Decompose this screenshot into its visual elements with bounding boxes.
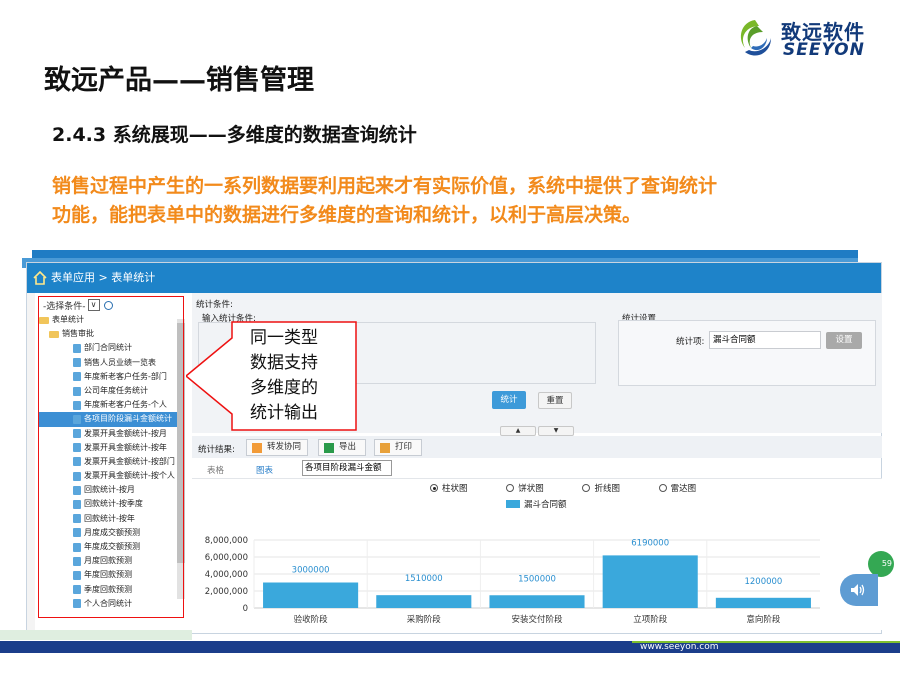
radio-icon bbox=[658, 484, 667, 492]
y-tick-label: 4,000,000 bbox=[205, 570, 248, 580]
reset-button[interactable]: 重置 bbox=[538, 392, 572, 409]
data-label: 6190000 bbox=[631, 538, 669, 548]
radio-line[interactable]: 折线图 bbox=[582, 484, 638, 494]
print-button[interactable]: 打印 bbox=[374, 439, 422, 456]
chart-type-radios: 柱状图 饼状图 折线图 雷达图 bbox=[430, 482, 732, 494]
radio-icon bbox=[430, 484, 438, 492]
bar bbox=[715, 597, 811, 608]
report-select-value: 各项目阶段漏斗金额 bbox=[305, 463, 382, 473]
y-tick-label: 8,000,000 bbox=[205, 536, 248, 546]
printer-icon bbox=[380, 443, 390, 453]
stat-item-input[interactable]: 漏斗合同额 bbox=[709, 331, 821, 349]
slide-subtitle: 2.4.3 系统展现——多维度的数据查询统计 bbox=[52, 124, 417, 146]
legend-label: 漏斗合同额 bbox=[524, 499, 567, 510]
legend-swatch bbox=[506, 500, 520, 508]
stat-button[interactable]: 统计 bbox=[492, 391, 526, 409]
data-label: 1510000 bbox=[405, 574, 443, 584]
y-tick-label: 2,000,000 bbox=[205, 587, 248, 597]
data-label: 1200000 bbox=[744, 577, 782, 587]
callout-text: 同一类型 数据支持 多维度的 统计输出 bbox=[250, 326, 318, 426]
callout-line-2: 数据支持 bbox=[250, 353, 318, 373]
slide-title: 致远产品——销售管理 bbox=[44, 65, 314, 96]
callout-line-1: 同一类型 bbox=[250, 328, 318, 348]
seeyon-swirl-icon bbox=[740, 20, 771, 56]
radio-pie[interactable]: 饼状图 bbox=[506, 484, 562, 494]
excel-icon bbox=[324, 443, 334, 453]
forward-button[interactable]: 转发协同 bbox=[246, 439, 308, 456]
export-button[interactable]: 导出 bbox=[318, 439, 366, 456]
radio-radar[interactable]: 雷达图 bbox=[658, 484, 715, 494]
breadcrumb[interactable]: 表单应用 > 表单统计 bbox=[51, 271, 155, 284]
collapse-down-button[interactable]: ▼ bbox=[538, 426, 574, 436]
footer-bar bbox=[0, 641, 632, 653]
tab-chart[interactable]: 图表 bbox=[256, 464, 273, 476]
left-collapsed-pane bbox=[27, 293, 35, 635]
x-tick-label: 意向阶段 bbox=[746, 614, 781, 625]
seeyon-logo: 致远软件 SEEYON bbox=[735, 14, 885, 64]
radio-icon bbox=[506, 484, 515, 492]
bar bbox=[263, 582, 359, 608]
settings-button[interactable]: 设置 bbox=[826, 332, 862, 349]
callout-line-4: 统计输出 bbox=[250, 403, 318, 423]
brand-name-en: SEEYON bbox=[783, 40, 865, 60]
callout-line-3: 多维度的 bbox=[250, 378, 318, 398]
condition-title: 统计条件: bbox=[196, 300, 233, 310]
radio-icon bbox=[582, 484, 591, 492]
data-label: 3000000 bbox=[292, 566, 330, 576]
report-select[interactable]: 各项目阶段漏斗金额 bbox=[302, 460, 392, 476]
window-header: 表单应用 > 表单统计 bbox=[27, 263, 881, 293]
forward-icon bbox=[252, 443, 262, 453]
bar bbox=[602, 555, 698, 608]
settings-box bbox=[618, 320, 876, 386]
stat-item-label: 统计项: bbox=[676, 337, 705, 347]
x-tick-label: 验收阶段 bbox=[294, 614, 329, 625]
x-tick-label: 采购阶段 bbox=[407, 614, 442, 625]
data-label: 1500000 bbox=[518, 574, 556, 584]
results-label: 统计结果: bbox=[198, 445, 235, 455]
bar bbox=[489, 595, 585, 608]
speaker-widget[interactable] bbox=[840, 574, 878, 606]
slide-description: 销售过程中产生的一系列数据要利用起来才有实际价值，系统中提供了查询统计 功能，能… bbox=[52, 172, 852, 230]
footer-green-strip bbox=[0, 630, 192, 640]
highlight-frame bbox=[38, 296, 184, 618]
y-tick-label: 6,000,000 bbox=[205, 553, 248, 563]
bar-chart: 漏斗合同额 0 2,000,000 4,000,000 6,000,000 8,000,0… bbox=[205, 499, 820, 625]
radio-bar[interactable]: 柱状图 bbox=[430, 484, 486, 494]
collapse-up-button[interactable]: ▲ bbox=[500, 426, 536, 436]
x-tick-label: 安装交付阶段 bbox=[511, 614, 563, 625]
speaker-icon bbox=[851, 584, 865, 596]
tab-table[interactable]: 表格 bbox=[207, 464, 224, 476]
footer-url[interactable]: www.seeyon.com bbox=[640, 641, 719, 653]
y-tick-label: 0 bbox=[243, 604, 248, 614]
bar bbox=[376, 595, 472, 608]
desc-line-2: 功能，能把表单中的数据进行多维度的查询和统计，以利于高层决策。 bbox=[52, 204, 642, 226]
home-icon[interactable] bbox=[33, 271, 47, 285]
desc-line-1: 销售过程中产生的一系列数据要利用起来才有实际价值，系统中提供了查询统计 bbox=[52, 175, 718, 197]
x-tick-label: 立项阶段 bbox=[633, 614, 668, 625]
